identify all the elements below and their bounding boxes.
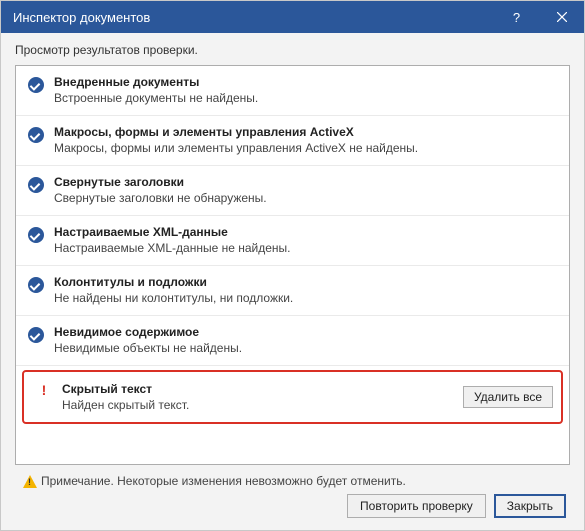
result-desc: Свернутые заголовки не обнаружены. — [54, 191, 559, 205]
result-item: ! Скрытый текст Найден скрытый текст. Удали… — [22, 370, 563, 424]
check-icon — [28, 177, 44, 193]
footer-note-text: Примечание. Некоторые изменения невозмож… — [41, 474, 406, 488]
result-item: Внедренные документы Встроенные документы… — [16, 66, 569, 116]
titlebar: Инспектор документов ? — [1, 1, 584, 33]
remove-all-button[interactable]: Удалить все — [463, 386, 553, 408]
result-desc: Не найдены ни колонтитулы, ни подложки. — [54, 291, 559, 305]
result-desc: Найден скрытый текст. — [62, 398, 455, 412]
help-button[interactable]: ? — [494, 1, 539, 33]
check-icon — [28, 227, 44, 243]
check-icon — [28, 127, 44, 143]
dialog-content: Просмотр результатов проверки. Внедренны… — [1, 33, 584, 530]
result-title: Невидимое содержимое — [54, 325, 559, 339]
footer-buttons: Повторить проверку Закрыть — [15, 494, 570, 518]
result-item: Невидимое содержимое Невидимые объекты не… — [16, 316, 569, 366]
result-title: Колонтитулы и подложки — [54, 275, 559, 289]
check-icon — [28, 327, 44, 343]
check-icon — [28, 277, 44, 293]
result-title: Скрытый текст — [62, 382, 455, 396]
result-item: Макросы, формы и элементы управления Act… — [16, 116, 569, 166]
close-window-button[interactable] — [539, 1, 584, 33]
result-desc: Невидимые объекты не найдены. — [54, 341, 559, 355]
results-list: Внедренные документы Встроенные документы… — [16, 66, 569, 424]
reinspect-button[interactable]: Повторить проверку — [347, 494, 486, 518]
result-desc: Макросы, формы или элементы управления A… — [54, 141, 559, 155]
warning-icon — [23, 475, 37, 488]
footer-note: Примечание. Некоторые изменения невозмож… — [15, 465, 570, 494]
result-title: Настраиваемые XML-данные — [54, 225, 559, 239]
check-icon — [28, 77, 44, 93]
result-item: Свернутые заголовки Свернутые заголовки н… — [16, 166, 569, 216]
subtitle: Просмотр результатов проверки. — [15, 43, 570, 57]
result-desc: Настраиваемые XML-данные не найдены. — [54, 241, 559, 255]
dialog-window: Инспектор документов ? Просмотр результа… — [0, 0, 585, 531]
result-item: Колонтитулы и подложки Не найдены ни коло… — [16, 266, 569, 316]
result-desc: Встроенные документы не найдены. — [54, 91, 559, 105]
results-panel: Внедренные документы Встроенные документы… — [15, 65, 570, 465]
result-title: Свернутые заголовки — [54, 175, 559, 189]
window-title: Инспектор документов — [13, 10, 150, 25]
result-title: Макросы, формы и элементы управления Act… — [54, 125, 559, 139]
exclamation-icon: ! — [38, 384, 50, 396]
result-title: Внедренные документы — [54, 75, 559, 89]
close-icon — [557, 12, 567, 22]
result-item: Настраиваемые XML-данные Настраиваемые XM… — [16, 216, 569, 266]
close-button[interactable]: Закрыть — [494, 494, 566, 518]
